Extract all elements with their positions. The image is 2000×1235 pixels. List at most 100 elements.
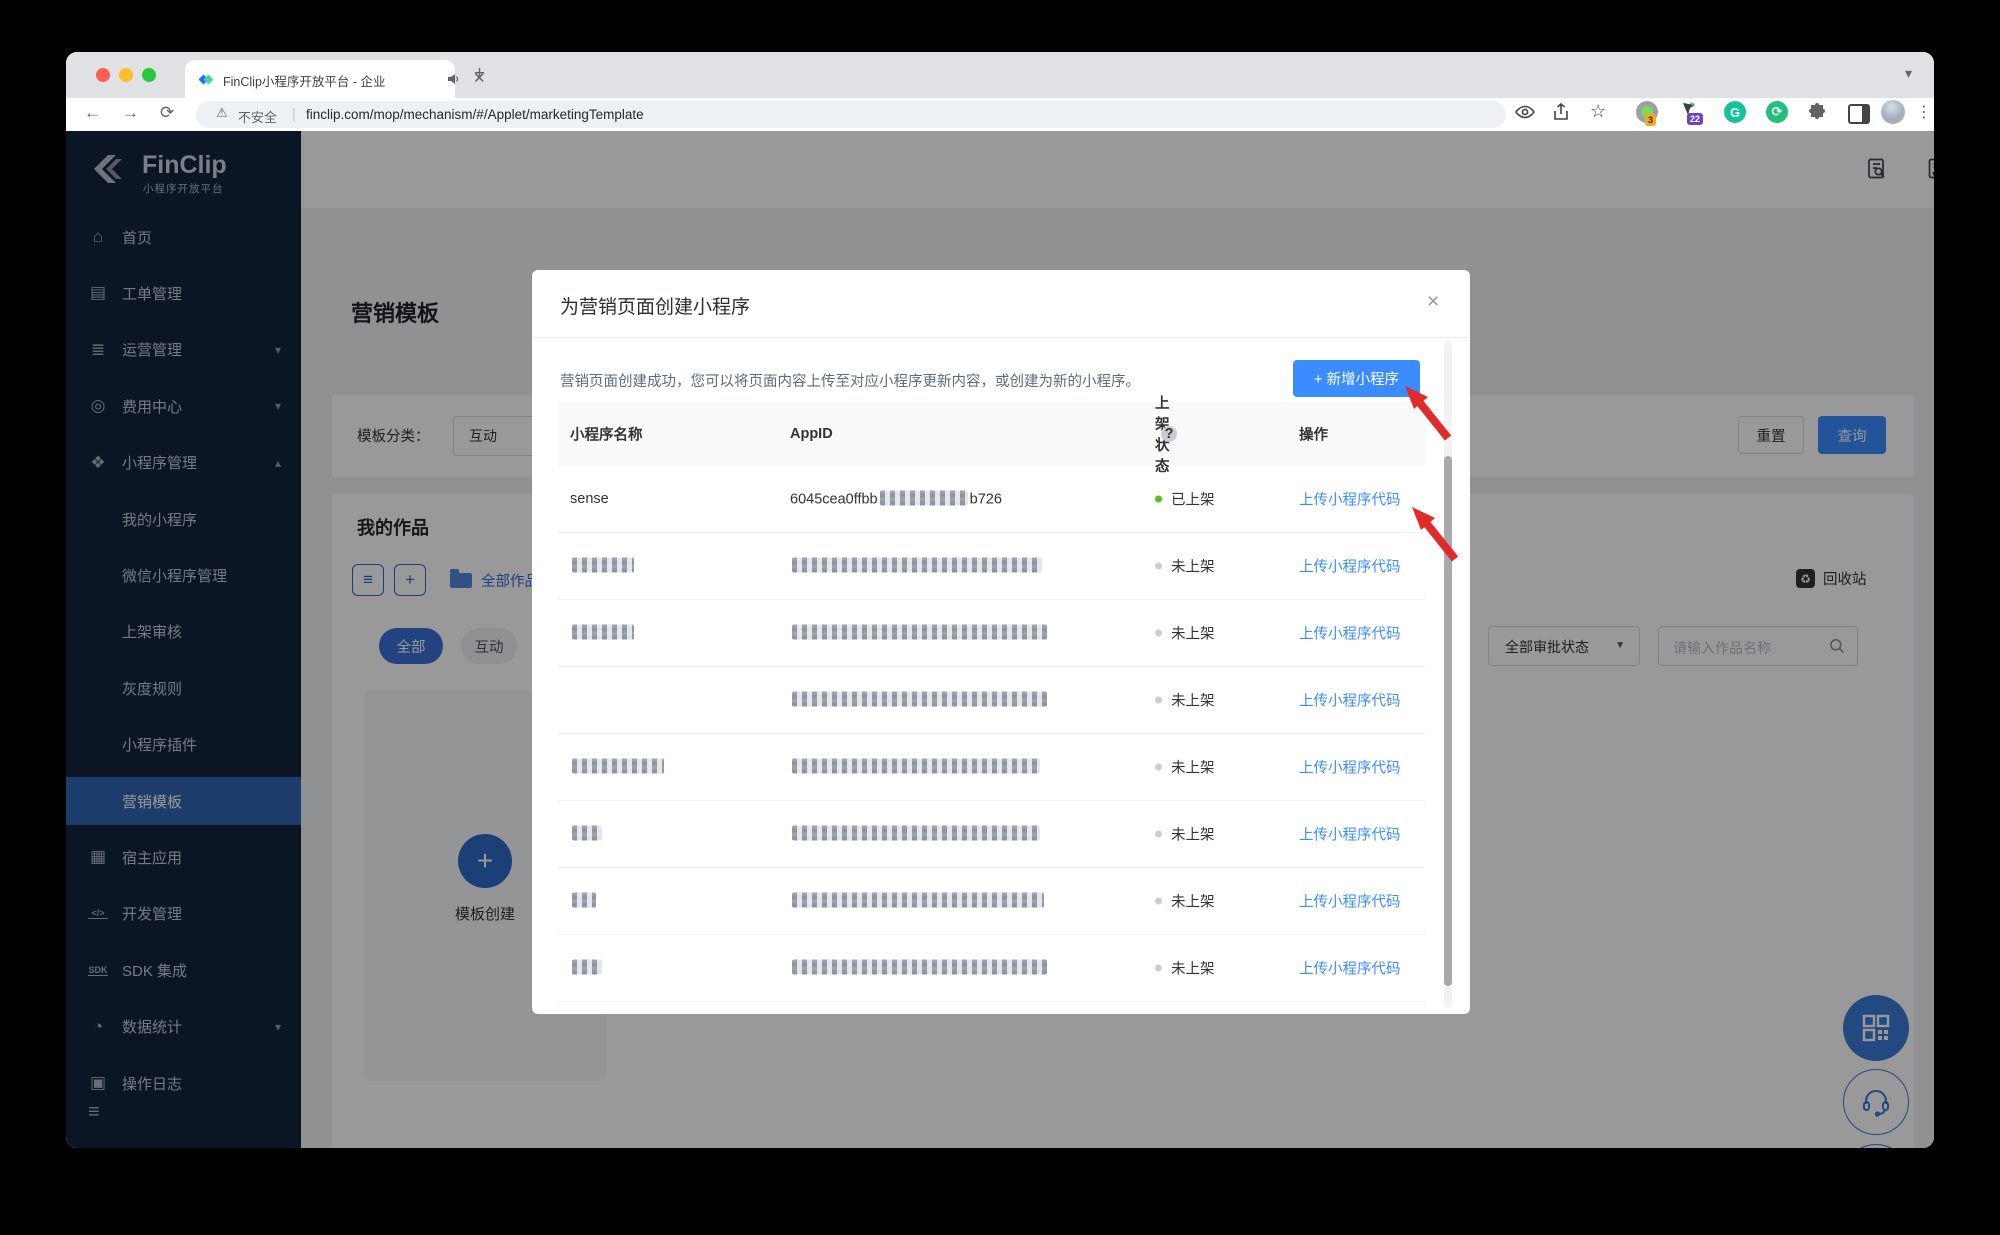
modal-divider <box>532 337 1470 338</box>
upload-miniapp-code-link[interactable]: 上传小程序代码 <box>1299 690 1401 711</box>
miniapp-name-cell <box>570 826 604 843</box>
url-bar: ← → ⟳ ⚠ 不安全 | finclip.com/mop/mechanism/… <box>66 98 1934 132</box>
column-action: 操作 <box>1299 424 1328 445</box>
side-panel-icon[interactable] <box>1848 104 1870 124</box>
profile-avatar[interactable] <box>1881 100 1905 124</box>
add-miniapp-button[interactable]: + 新增小程序 <box>1293 360 1420 397</box>
browser-tab[interactable]: FinClip小程序开放平台 - 企业 ✕ <box>185 60 455 98</box>
status-cell: 已上架 <box>1155 489 1215 510</box>
miniapp-name-cell <box>570 759 666 776</box>
status-dot-icon <box>1155 898 1162 905</box>
status-cell: 未上架 <box>1155 690 1215 711</box>
status-dot-icon <box>1155 965 1162 972</box>
appid-cell: 6045cea0ffbbb726 <box>790 491 1002 508</box>
table-row: 未上架 上传小程序代码 <box>558 600 1425 667</box>
grammarly-icon[interactable]: G <box>1724 101 1746 123</box>
insecure-warning-icon[interactable]: ⚠ <box>216 105 228 121</box>
appid-cell <box>790 826 1042 843</box>
upload-miniapp-code-link[interactable]: 上传小程序代码 <box>1299 958 1401 979</box>
miniapp-name-cell: sense <box>570 491 609 507</box>
appid-cell <box>790 759 1042 776</box>
table-row: 未上架 上传小程序代码 <box>558 868 1425 935</box>
redacted-text <box>572 625 634 640</box>
tab-title: FinClip小程序开放平台 - 企业 <box>223 71 445 90</box>
column-appid: AppID <box>790 426 833 442</box>
appid-cell <box>790 692 1049 709</box>
miniapp-table: sense 6045cea0ffbbb726 已上架 上传小程序代码 未上架 上… <box>558 466 1425 1002</box>
redacted-text <box>572 960 602 975</box>
status-dot-icon <box>1155 764 1162 771</box>
status-cell: 未上架 <box>1155 623 1215 644</box>
status-label: 未上架 <box>1171 962 1215 978</box>
maximize-window-button[interactable] <box>142 68 156 82</box>
redacted-text <box>792 625 1047 640</box>
bookmark-star-icon[interactable]: ☆ <box>1590 101 1606 122</box>
status-label: 已上架 <box>1171 493 1215 509</box>
minimize-window-button[interactable] <box>119 68 133 82</box>
forward-icon[interactable]: → <box>122 103 139 123</box>
redacted-text <box>792 692 1047 707</box>
modal-title: 为营销页面创建小程序 <box>560 292 750 319</box>
extension-icon[interactable]: 22 <box>1680 101 1698 119</box>
refresh-extension-icon[interactable]: ⟳ <box>1766 101 1788 123</box>
close-window-button[interactable] <box>96 68 110 82</box>
table-row: 未上架 上传小程序代码 <box>558 734 1425 801</box>
status-label: 未上架 <box>1171 560 1215 576</box>
back-icon[interactable]: ← <box>84 103 101 123</box>
share-icon[interactable] <box>1553 103 1569 121</box>
redacted-text <box>792 893 1044 908</box>
redacted-text <box>792 558 1042 573</box>
modal-description: 营销页面创建成功，您可以将页面内容上传至对应小程序更新内容，或创建为新的小程序。 <box>560 370 1140 391</box>
omnibox[interactable]: ⚠ 不安全 | finclip.com/mop/mechanism/#/Appl… <box>196 101 1506 128</box>
upload-miniapp-code-link[interactable]: 上传小程序代码 <box>1299 891 1401 912</box>
puzzle-extensions-icon[interactable] <box>1808 103 1826 121</box>
scrollbar-thumb[interactable] <box>1444 456 1452 986</box>
upload-miniapp-code-link[interactable]: 上传小程序代码 <box>1299 824 1401 845</box>
tab-strip: FinClip小程序开放平台 - 企业 ✕ + ▾ <box>66 52 1934 98</box>
insecure-label: 不安全 <box>238 107 277 126</box>
status-cell: 未上架 <box>1155 757 1215 778</box>
tab-search-chevron-icon[interactable]: ▾ <box>1905 65 1912 82</box>
create-miniapp-modal: 为营销页面创建小程序 × 营销页面创建成功，您可以将页面内容上传至对应小程序更新… <box>532 270 1470 1014</box>
table-row: 未上架 上传小程序代码 <box>558 935 1425 1002</box>
table-row: sense 6045cea0ffbbb726 已上架 上传小程序代码 <box>558 466 1425 533</box>
status-cell: 未上架 <box>1155 824 1215 845</box>
preview-eye-icon[interactable] <box>1515 105 1535 119</box>
upload-miniapp-code-link[interactable]: 上传小程序代码 <box>1299 556 1401 577</box>
help-icon[interactable]: ? <box>1161 426 1177 442</box>
redacted-text <box>792 826 1040 841</box>
extension-icon[interactable]: 3 <box>1636 101 1658 123</box>
status-dot-icon <box>1155 496 1162 503</box>
modal-close-icon[interactable]: × <box>1427 290 1439 314</box>
status-dot-icon <box>1155 697 1162 704</box>
omnibox-divider: | <box>292 105 296 121</box>
status-label: 未上架 <box>1171 627 1215 643</box>
upload-miniapp-code-link[interactable]: 上传小程序代码 <box>1299 757 1401 778</box>
new-tab-button[interactable]: + <box>474 63 485 85</box>
url-text[interactable]: finclip.com/mop/mechanism/#/Applet/marke… <box>306 107 644 122</box>
redacted-text <box>792 960 1047 975</box>
table-row: 未上架 上传小程序代码 <box>558 533 1425 600</box>
miniapp-name-cell <box>570 558 636 575</box>
modal-scrollbar[interactable] <box>1444 342 1452 1008</box>
redacted-text <box>572 558 634 573</box>
browser-menu-icon[interactable]: ⋮ <box>1916 102 1932 122</box>
redacted-text <box>572 826 602 841</box>
miniapp-name-cell <box>570 960 604 977</box>
status-label: 未上架 <box>1171 828 1215 844</box>
status-label: 未上架 <box>1171 761 1215 777</box>
upload-miniapp-code-link[interactable]: 上传小程序代码 <box>1299 489 1401 510</box>
status-label: 未上架 <box>1171 694 1215 710</box>
tab-audio-icon[interactable] <box>447 73 460 85</box>
finclip-favicon-icon <box>199 72 213 86</box>
redacted-text <box>880 491 968 506</box>
app-viewport: FinClip 小程序开放平台 ⌂首页▤工单管理≣运营管理▾◎费用中心▾❖小程序… <box>66 131 1934 1148</box>
miniapp-name-cell <box>570 625 636 642</box>
status-dot-icon <box>1155 630 1162 637</box>
appid-cell <box>790 625 1049 642</box>
status-label: 未上架 <box>1171 895 1215 911</box>
redacted-text <box>572 893 596 908</box>
reload-icon[interactable]: ⟳ <box>160 103 174 123</box>
upload-miniapp-code-link[interactable]: 上传小程序代码 <box>1299 623 1401 644</box>
appid-cell <box>790 960 1049 977</box>
